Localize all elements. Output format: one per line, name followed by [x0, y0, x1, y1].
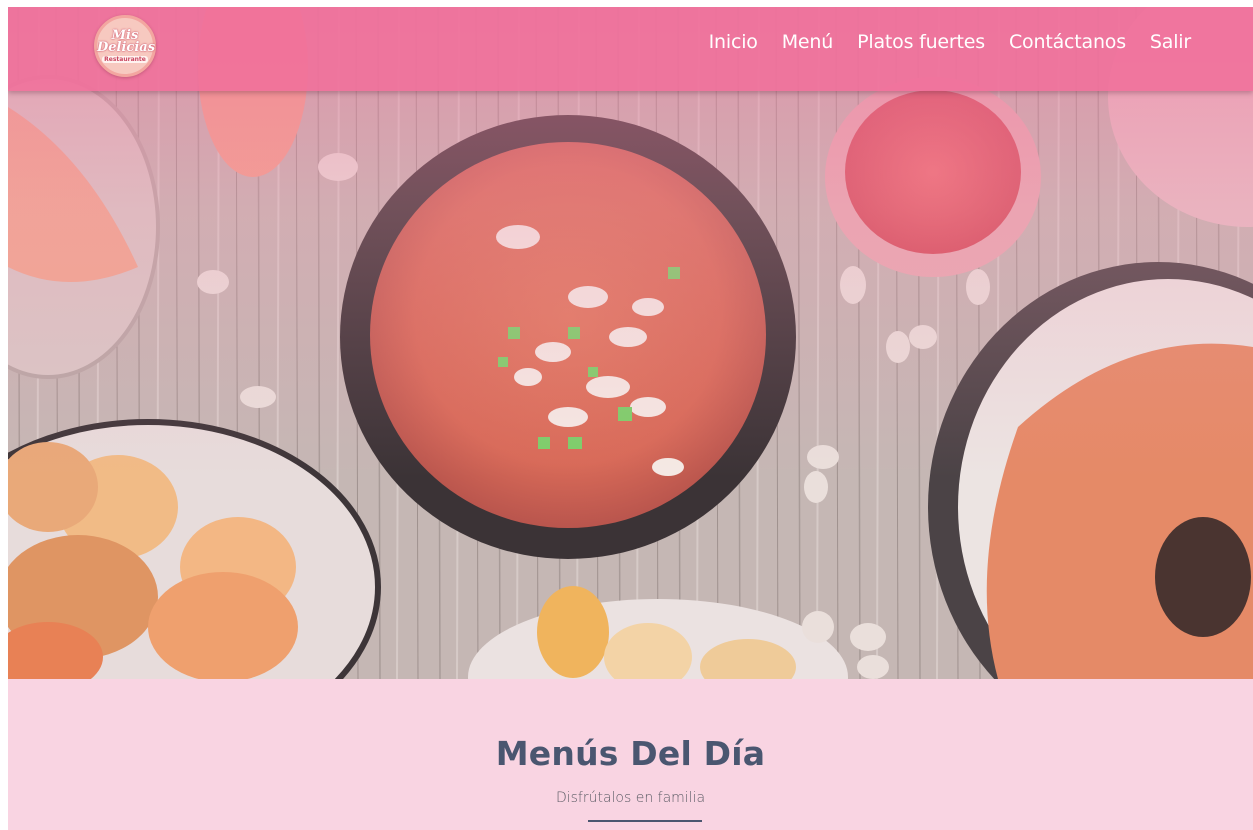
nav-link-contactanos[interactable]: Contáctanos — [1009, 31, 1126, 53]
title-underline-divider — [588, 820, 702, 822]
brand-logo[interactable]: Mis Delicias Restaurante — [94, 15, 156, 77]
nav-link-inicio[interactable]: Inicio — [709, 31, 758, 53]
main-nav: Inicio Menú Platos fuertes Contáctanos S… — [709, 31, 1192, 53]
menus-del-dia-section: Menús Del Día Disfrútalos en familia — [8, 679, 1253, 830]
top-navbar: Mis Delicias Restaurante Inicio Menú Pla… — [8, 7, 1253, 91]
hero-food-image — [8, 7, 1253, 679]
hero-banner — [8, 7, 1253, 679]
nav-link-salir[interactable]: Salir — [1150, 31, 1191, 53]
logo-subtitle: Restaurante — [102, 55, 148, 63]
page: Mis Delicias Restaurante Inicio Menú Pla… — [8, 7, 1253, 830]
section-subtitle: Disfrútalos en familia — [555, 790, 706, 806]
logo-title: Mis Delicias — [97, 27, 156, 55]
nav-link-platos-fuertes[interactable]: Platos fuertes — [857, 31, 985, 53]
section-title: Menús Del Día — [495, 734, 766, 773]
nav-link-menu[interactable]: Menú — [782, 31, 834, 53]
